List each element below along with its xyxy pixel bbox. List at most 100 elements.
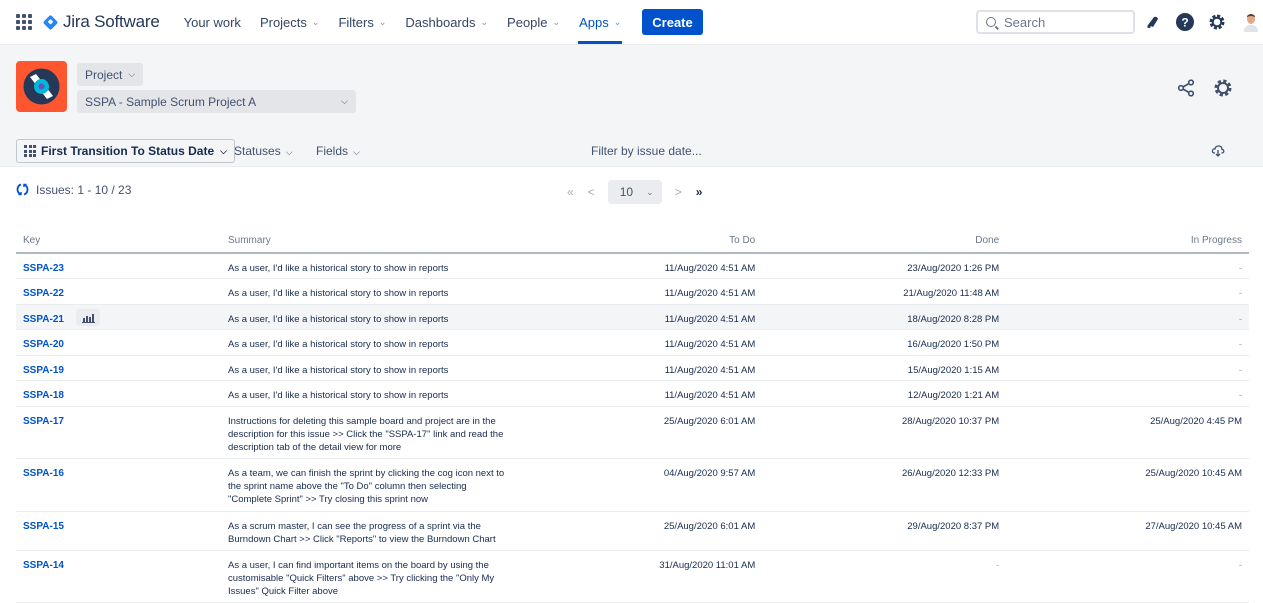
summary-cell: As a user, I'd like a historical story t… <box>221 329 521 356</box>
summary-text: As a user, I'd like a historical story t… <box>228 390 449 401</box>
grid-icon <box>24 145 36 157</box>
column-header-done[interactable]: Done <box>762 229 1007 254</box>
user-avatar[interactable] <box>1241 12 1261 32</box>
in-progress-date-cell: - <box>1006 253 1249 279</box>
column-header-key[interactable]: Key <box>16 229 221 254</box>
todo-date-cell: 11/Aug/2020 4:51 AM <box>521 329 763 356</box>
table-row: SSPA-21 As a user, I'd like a historical … <box>16 304 1249 330</box>
issues-bar: Issues: 1 - 10 / 23 « < 10 ⌄ > » <box>0 168 1263 218</box>
todo-date-cell: 11/Aug/2020 4:51 AM <box>521 253 763 279</box>
project-type-dropdown[interactable]: Project ⌵ <box>77 63 144 86</box>
chevron-down-icon: ⌵ <box>285 147 293 157</box>
issue-key-link[interactable]: SSPA-20 <box>23 339 64 350</box>
issue-key-link[interactable]: SSPA-19 <box>23 365 64 376</box>
chevron-down-icon: ⌵ <box>128 69 136 79</box>
done-date-cell: 12/Aug/2020 1:21 AM <box>762 380 1007 407</box>
project-type-label: Project <box>85 67 123 82</box>
summary-text: As a team, we can finish the sprint by c… <box>228 468 505 505</box>
last-page-button[interactable]: » <box>696 185 703 199</box>
search-icon <box>986 17 996 27</box>
chevron-down-icon: ⌄ <box>552 16 561 27</box>
refresh-icon[interactable] <box>16 183 29 201</box>
first-page-button[interactable]: « <box>567 185 574 199</box>
issue-key-link[interactable]: SSPA-15 <box>23 521 64 532</box>
bar-chart-icon[interactable] <box>75 308 100 326</box>
svg-text:?: ? <box>1181 16 1188 30</box>
nav-label: People <box>507 14 548 30</box>
share-icon[interactable] <box>1177 79 1195 102</box>
issue-key-link[interactable]: SSPA-23 <box>23 263 64 274</box>
field-select-dropdown[interactable]: First Transition To Status Date ⌵ <box>16 139 235 163</box>
project-select-value: SSPA - Sample Scrum Project A <box>85 94 257 109</box>
column-header-summary[interactable]: Summary <box>221 229 521 254</box>
chevron-down-icon: ⌵ <box>220 145 227 156</box>
nav-label: Filters <box>338 14 374 30</box>
summary-cell: As a scrum master, I can see the progres… <box>221 511 521 551</box>
issue-key-link[interactable]: SSPA-18 <box>23 390 64 401</box>
done-date-cell: 15/Aug/2020 1:15 AM <box>762 355 1007 381</box>
fields-dropdown[interactable]: Fields ⌵ <box>316 144 360 158</box>
nav-projects[interactable]: Projects ⌄ <box>260 0 320 45</box>
key-cell: SSPA-17 <box>16 406 221 459</box>
help-icon[interactable]: ? <box>1175 12 1195 32</box>
chevron-down-icon: ⌄ <box>613 16 622 27</box>
app-switcher-icon[interactable] <box>16 14 32 30</box>
cloud-download-icon[interactable] <box>1211 144 1225 163</box>
search-box[interactable] <box>976 10 1135 34</box>
project-settings-icon[interactable] <box>1213 78 1233 103</box>
summary-cell: As a user, I'd like a historical story t… <box>221 380 521 407</box>
top-navigation: Jira Software Your work Projects ⌄ Filter… <box>0 0 1263 45</box>
jira-logo[interactable]: Jira Software <box>42 12 160 32</box>
table-row: SSPA-20 As a user, I'd like a historical … <box>16 329 1249 356</box>
issue-key-link[interactable]: SSPA-17 <box>23 416 64 427</box>
todo-date-cell: 04/Aug/2020 9:57 AM <box>521 458 763 512</box>
in-progress-date-cell: 25/Aug/2020 4:45 PM <box>1006 406 1249 459</box>
statuses-label: Statuses <box>234 144 281 158</box>
issue-key-link[interactable]: SSPA-14 <box>23 560 64 571</box>
pagination: « < 10 ⌄ > » <box>560 180 709 204</box>
in-progress-date-cell: - <box>1006 380 1249 407</box>
nav-people[interactable]: People ⌄ <box>507 0 560 45</box>
summary-text: As a user, I'd like a historical story t… <box>228 364 449 376</box>
nav-dashboards[interactable]: Dashboards ⌄ <box>405 0 488 45</box>
issue-key-link[interactable]: SSPA-22 <box>23 288 64 299</box>
todo-date-cell: 25/Aug/2020 6:01 AM <box>521 511 763 551</box>
table-row: SSPA-17 Instructions for deleting this sa… <box>16 406 1249 459</box>
nav-your-work[interactable]: Your work <box>184 0 241 45</box>
todo-date-cell: 11/Aug/2020 4:51 AM <box>521 278 763 305</box>
settings-icon[interactable] <box>1207 12 1227 32</box>
search-input[interactable] <box>1004 14 1124 30</box>
chevron-down-icon: ⌄ <box>311 16 320 27</box>
done-date-cell: 21/Aug/2020 11:48 AM <box>762 278 1007 305</box>
column-header-todo[interactable]: To Do <box>521 229 763 254</box>
filter-by-date[interactable]: Filter by issue date... <box>591 144 702 158</box>
chevron-down-icon: ⌄ <box>378 16 387 27</box>
nav-label: Apps <box>579 14 609 30</box>
statuses-dropdown[interactable]: Statuses ⌵ <box>234 144 293 158</box>
table-row: SSPA-18 As a user, I'd like a historical … <box>16 380 1249 407</box>
issue-key-link[interactable]: SSPA-16 <box>23 468 64 479</box>
next-page-button[interactable]: > <box>675 185 682 199</box>
chevron-down-icon: ⌄ <box>480 16 489 27</box>
summary-text: As a scrum master, I can see the progres… <box>228 520 496 545</box>
prev-page-button[interactable]: < <box>588 185 595 199</box>
summary-cell: As a user, I'd like a historical story t… <box>221 355 521 381</box>
issue-key-link[interactable]: SSPA-21 <box>23 314 64 325</box>
column-header-in-progress[interactable]: In Progress <box>1006 229 1249 254</box>
key-cell: SSPA-22 <box>16 278 221 305</box>
table-row: SSPA-23 As a user, I'd like a historical … <box>16 253 1249 279</box>
project-select[interactable]: SSPA - Sample Scrum Project A ⌵ <box>77 90 356 113</box>
nav-label: Dashboards <box>405 14 476 30</box>
project-avatar <box>16 61 67 112</box>
create-button[interactable]: Create <box>642 9 703 35</box>
table-row: SSPA-14 As a user, I can find important i… <box>16 550 1249 603</box>
chevron-down-icon: ⌵ <box>353 147 360 157</box>
summary-text: As a user, I can find important items on… <box>228 560 495 597</box>
summary-text: As a user, I'd like a historical story t… <box>228 263 449 274</box>
page-size-select[interactable]: 10 ⌄ <box>607 180 662 204</box>
done-date-cell: 16/Aug/2020 1:50 PM <box>762 329 1007 356</box>
nav-filters[interactable]: Filters ⌄ <box>338 0 386 45</box>
nav-label: Your work <box>183 14 241 30</box>
notifications-icon[interactable] <box>1143 12 1163 32</box>
nav-apps[interactable]: Apps ⌄ <box>578 0 623 45</box>
